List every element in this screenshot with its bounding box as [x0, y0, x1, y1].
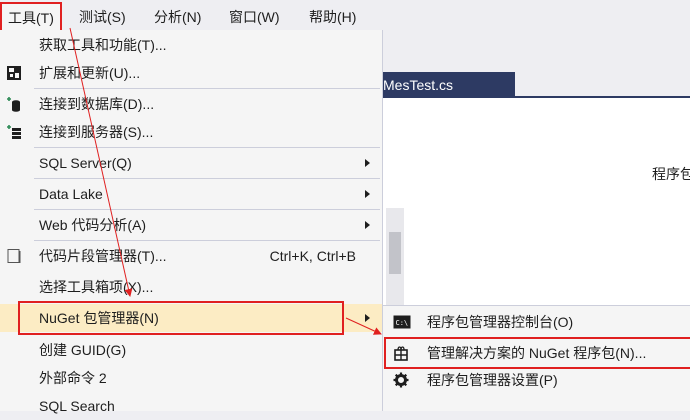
- menu-separator: [34, 178, 380, 179]
- snippet-icon: [6, 248, 22, 264]
- document-tab-label: MesTest.cs: [383, 77, 454, 93]
- menu-item-snippets-manager[interactable]: 代码片段管理器(T)... Ctrl+K, Ctrl+B: [0, 242, 382, 270]
- menu-item-choose-toolbox-items[interactable]: 选择工具箱项(X)...: [0, 273, 382, 301]
- extensions-icon: [6, 65, 22, 81]
- menu-item-label: 选择工具箱项(X)...: [39, 279, 154, 295]
- submenu-item-package-manager-console[interactable]: C:\ 程序包管理器控制台(O): [383, 308, 690, 336]
- menu-test[interactable]: 测试(S): [73, 0, 132, 34]
- menu-item-connect-server[interactable]: 连接到服务器(S)...: [0, 118, 382, 146]
- menu-analyze[interactable]: 分析(N): [148, 0, 207, 34]
- tools-dropdown-menu: 获取工具和功能(T)... 扩展和更新(U)... 连接到数据库(D)... 连…: [0, 30, 383, 414]
- menu-item-label: 外部命令 2: [39, 370, 107, 386]
- console-icon: C:\: [393, 314, 411, 330]
- annotation-box-manage-packages: [384, 337, 690, 369]
- submenu-item-package-manager-settings[interactable]: 程序包管理器设置(P): [383, 366, 690, 394]
- menu-window[interactable]: 窗口(W): [223, 0, 286, 34]
- submenu-item-label: 程序包管理器控制台(O): [427, 314, 574, 330]
- annotation-box-nuget: [18, 301, 344, 335]
- menu-item-external-command-2[interactable]: 外部命令 2: [0, 364, 382, 392]
- server-connect-icon: [6, 124, 22, 140]
- menu-item-get-tools[interactable]: 获取工具和功能(T)...: [0, 31, 382, 59]
- menu-item-label: 连接到服务器(S)...: [39, 124, 154, 140]
- gear-icon: [393, 372, 409, 388]
- menu-item-connect-database[interactable]: 连接到数据库(D)...: [0, 90, 382, 118]
- menu-item-label: 获取工具和功能(T)...: [39, 37, 167, 53]
- menu-help[interactable]: 帮助(H): [303, 0, 362, 34]
- menu-item-label: SQL Search: [39, 398, 115, 414]
- submenu-arrow-icon: [365, 314, 370, 322]
- submenu-item-label: 程序包管理器设置(P): [427, 372, 558, 388]
- menu-item-label: SQL Server(Q): [39, 155, 132, 171]
- submenu-arrow-icon: [365, 190, 370, 198]
- menu-bar: 工具(T) 测试(S) 分析(N) 窗口(W) 帮助(H): [0, 0, 690, 34]
- database-connect-icon: [6, 96, 22, 112]
- menu-separator: [34, 88, 380, 89]
- scrollbar-thumb[interactable]: [389, 232, 401, 274]
- menu-item-label: Data Lake: [39, 186, 103, 202]
- menu-item-data-lake[interactable]: Data Lake: [0, 180, 382, 208]
- menu-separator: [34, 240, 380, 241]
- menu-separator: [34, 147, 380, 148]
- menu-item-web-code-analysis[interactable]: Web 代码分析(A): [0, 211, 382, 239]
- menu-item-create-guid[interactable]: 创建 GUID(G): [0, 336, 382, 364]
- menu-item-label: Web 代码分析(A): [39, 217, 147, 233]
- menu-item-sql-server[interactable]: SQL Server(Q): [0, 149, 382, 177]
- svg-text:C:\: C:\: [396, 319, 409, 327]
- menu-item-label: 代码片段管理器(T)...: [39, 248, 167, 264]
- menu-item-label: 创建 GUID(G): [39, 342, 127, 358]
- submenu-arrow-icon: [365, 221, 370, 229]
- document-tab[interactable]: MesTest.cs: [383, 72, 515, 98]
- menu-item-label: 扩展和更新(U)...: [39, 65, 141, 81]
- menu-item-shortcut: Ctrl+K, Ctrl+B: [269, 248, 356, 264]
- menu-item-extensions[interactable]: 扩展和更新(U)...: [0, 59, 382, 87]
- menu-separator: [34, 209, 380, 210]
- package-panel-title: 程序包: [652, 166, 690, 182]
- menu-item-label: 连接到数据库(D)...: [39, 96, 155, 112]
- submenu-arrow-icon: [365, 159, 370, 167]
- menu-item-sql-search[interactable]: SQL Search: [0, 392, 382, 420]
